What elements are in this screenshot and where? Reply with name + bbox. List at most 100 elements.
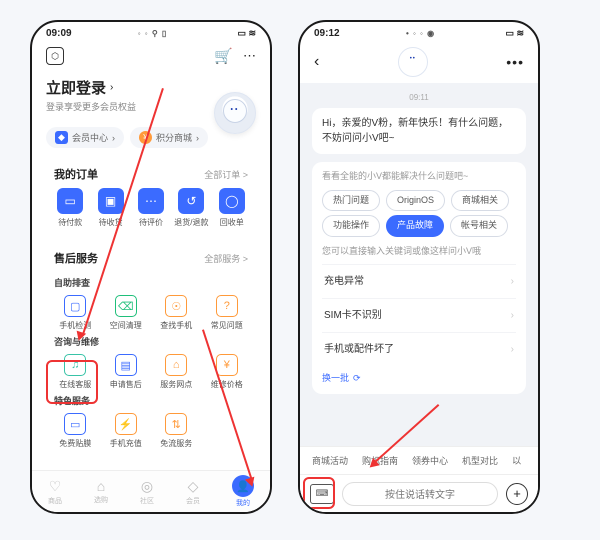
member-icon: ◇: [188, 478, 199, 495]
greeting-text: Hi，亲爱的V粉，新年快乐！有什么问题，不妨问问小V吧~: [322, 118, 508, 144]
self-phone-check[interactable]: ▢手机检测: [50, 295, 101, 331]
header-bar: ⬡ 🛒 ⋯: [32, 39, 270, 69]
left-phone: 09:09 ◦ ◦ ⚲ ▯ ▭ ≋ ⬡ 🛒 ⋯ 立即登录 › 登录享受更多会员权…: [30, 20, 272, 514]
repair-apply[interactable]: ▤申请售后: [101, 354, 152, 390]
keyboard-icon[interactable]: ⌨: [310, 484, 334, 504]
status-bar: 09:12 • ◦ ◦ ◉ ▭ ≋: [300, 22, 538, 39]
settings-icon[interactable]: ⬡: [46, 47, 64, 65]
orders-title: 我的订单: [54, 166, 98, 182]
repair-location[interactable]: ⌂服务网点: [151, 354, 202, 390]
swap-button[interactable]: 换一批⟳: [322, 372, 516, 386]
tab-mine[interactable]: 👤我的: [232, 475, 254, 508]
status-bar: 09:09 ◦ ◦ ⚲ ▯ ▭ ≋: [32, 22, 270, 39]
right-phone: 09:12 • ◦ ◦ ◉ ▭ ≋ ‹ ••• 09:11 Hi，亲爱的V粉，新…: [298, 20, 540, 514]
topic-bubble: 看看全能的小V都能解决什么问题吧~ 热门问题 OriginOS 商城相关 功能操…: [312, 162, 526, 394]
input-bar: ⌨ 按住说话转文字 +: [300, 474, 538, 512]
voice-input[interactable]: 按住说话转文字: [342, 482, 498, 506]
locate-icon: ☉: [165, 295, 187, 317]
community-icon: ◎: [141, 478, 153, 495]
wallet-icon: ▭: [57, 188, 83, 214]
box-icon: ▣: [98, 188, 124, 214]
chevron-right-icon: ›: [511, 342, 514, 357]
chevron-right-icon: ›: [110, 82, 113, 93]
phone-check-icon: ▢: [64, 295, 86, 317]
cart-icon[interactable]: 🛒: [214, 47, 233, 65]
login-title: 立即登录: [46, 77, 106, 98]
topup-icon: ⚡: [115, 413, 137, 435]
bot-avatar[interactable]: [398, 47, 428, 77]
film-icon: ▭: [64, 413, 86, 435]
aftersale-section: 售后服务 全部服务 > 自助排查 ▢手机检测 ⌫空间清理 ☉查找手机 ?常见问题…: [44, 242, 258, 455]
chip-hot[interactable]: 热门问题: [322, 190, 380, 212]
data-icon: ⇅: [165, 413, 187, 435]
question-sim[interactable]: SIM卡不识别›: [322, 298, 516, 332]
diamond-icon: ◆: [55, 131, 68, 144]
chip-account[interactable]: 帐号相关: [450, 215, 508, 237]
tab-products[interactable]: ♡商品: [48, 478, 62, 506]
special-data[interactable]: ⇅免流服务: [151, 413, 202, 449]
coin-icon: ¥: [139, 131, 152, 144]
tab-member[interactable]: ◇会员: [186, 478, 200, 506]
status-icons: • ◦ ◦ ◉: [406, 29, 435, 38]
recycle-icon: ◯: [219, 188, 245, 214]
special-film[interactable]: ▭免费贴膜: [50, 413, 101, 449]
self-check-label: 自助排查: [50, 272, 252, 295]
quick-chip-guide[interactable]: 购机指南: [362, 454, 398, 467]
refund-icon: ↺: [178, 188, 204, 214]
chip-function[interactable]: 功能操作: [322, 215, 380, 237]
order-recycle[interactable]: ◯回收单: [212, 188, 252, 228]
self-space-clean[interactable]: ⌫空间清理: [101, 295, 152, 331]
chat-timestamp: 09:11: [312, 93, 526, 102]
orders-more[interactable]: 全部订单 >: [204, 168, 248, 181]
aftersale-more[interactable]: 全部服务 >: [204, 252, 248, 265]
order-pending-review[interactable]: ⋯待评价: [131, 188, 171, 228]
special-label: 特色服务: [50, 390, 252, 413]
quick-chip-coupon[interactable]: 领券中心: [412, 454, 448, 467]
message-icon[interactable]: ⋯: [243, 48, 256, 64]
chevron-right-icon: ›: [511, 274, 514, 289]
points-mall-pill[interactable]: ¥ 积分商城›: [130, 127, 208, 148]
chat-header: ‹ •••: [300, 39, 538, 83]
chevron-right-icon: ›: [511, 308, 514, 323]
aftersale-title: 售后服务: [54, 250, 98, 266]
status-time: 09:09: [46, 28, 72, 39]
more-icon[interactable]: •••: [506, 54, 524, 70]
order-refund[interactable]: ↺退货/退款: [171, 188, 211, 228]
order-pending-receive[interactable]: ▣待收货: [90, 188, 130, 228]
status-right: ▭ ≋: [233, 28, 256, 39]
quick-chip-activity[interactable]: 商城活动: [312, 454, 348, 467]
quick-chips: 商城活动 购机指南 领券中心 机型对比 以: [300, 446, 538, 474]
chip-mall[interactable]: 商城相关: [451, 190, 509, 212]
price-icon: ¥: [216, 354, 238, 376]
self-faq[interactable]: ?常见问题: [202, 295, 253, 331]
quick-chip-more[interactable]: 以: [512, 454, 521, 467]
special-topup[interactable]: ⚡手机充值: [101, 413, 152, 449]
chat-icon: ⋯: [138, 188, 164, 214]
question-broken[interactable]: 手机或配件坏了›: [322, 332, 516, 366]
repair-price[interactable]: ¥维修价格: [202, 354, 253, 390]
quick-chip-compare[interactable]: 机型对比: [462, 454, 498, 467]
self-find-phone[interactable]: ☉查找手机: [151, 295, 202, 331]
status-icons: ◦ ◦ ⚲ ▯: [138, 29, 168, 38]
repair-online-service[interactable]: ♫在线客服: [50, 354, 101, 390]
tab-community[interactable]: ◎社区: [140, 478, 154, 506]
headset-icon: ♫: [64, 354, 86, 376]
clean-icon: ⌫: [115, 295, 137, 317]
member-center-pill[interactable]: ◆ 会员中心›: [46, 127, 124, 148]
plus-icon[interactable]: +: [506, 483, 528, 505]
tab-shop[interactable]: ⌂选购: [94, 478, 108, 505]
doc-icon: ▤: [115, 354, 137, 376]
user-icon: 👤: [232, 475, 254, 497]
question-charge[interactable]: 充电异常›: [322, 264, 516, 298]
repair-label: 咨询与维修: [50, 331, 252, 354]
avatar[interactable]: [214, 92, 256, 134]
order-pending-pay[interactable]: ▭待付款: [50, 188, 90, 228]
chip-originos[interactable]: OriginOS: [386, 190, 445, 212]
back-icon[interactable]: ‹: [314, 53, 319, 71]
chip-fault[interactable]: 产品故障: [386, 215, 444, 237]
refresh-icon: ⟳: [353, 372, 361, 386]
topic-hint: 看看全能的小V都能解决什么问题吧~: [322, 170, 516, 184]
status-right: ▭ ≋: [501, 28, 524, 39]
store-icon: ⌂: [165, 354, 187, 376]
faq-icon: ?: [216, 295, 238, 317]
